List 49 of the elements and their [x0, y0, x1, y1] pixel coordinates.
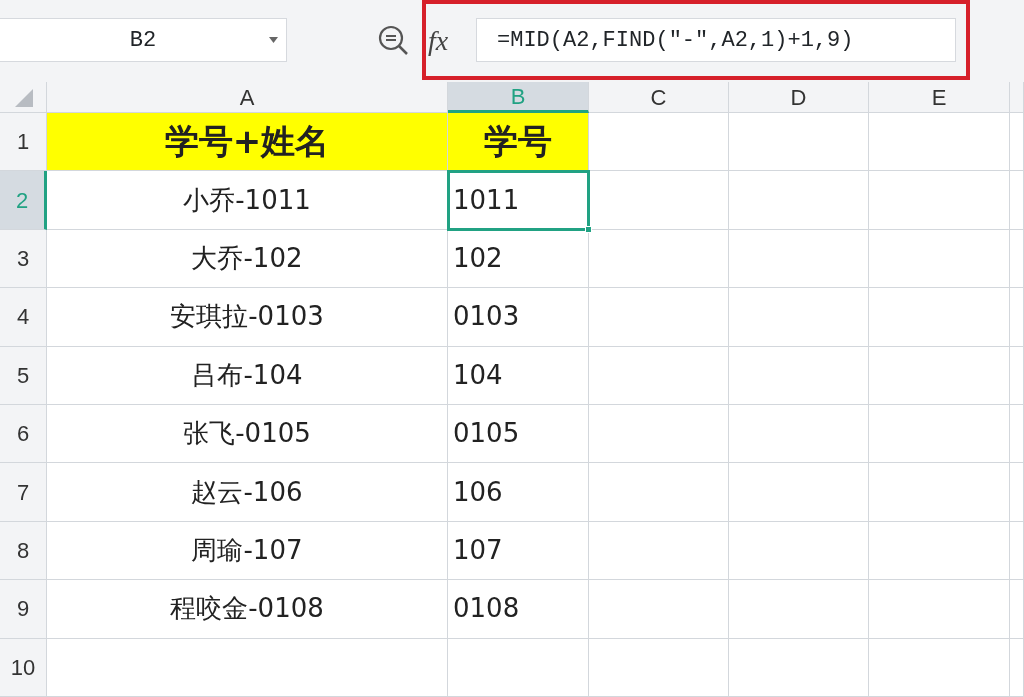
row-header[interactable]: 6	[0, 404, 47, 464]
fill-handle[interactable]	[585, 225, 592, 233]
table-cell	[1010, 229, 1024, 289]
table-cell	[1010, 521, 1024, 581]
table-cell: 0105	[448, 404, 589, 464]
row-header[interactable]: 7	[0, 463, 47, 522]
table-cell: 安琪拉-0103	[47, 288, 448, 347]
name-box[interactable]: B2	[0, 18, 287, 62]
table-cell: 学号+姓名	[47, 113, 448, 172]
caret-icon[interactable]	[269, 37, 278, 43]
column-header[interactable]: A	[47, 82, 448, 113]
table-cell: 104	[448, 346, 589, 405]
table-cell: 吕布-104	[47, 346, 448, 405]
column-header[interactable]: C	[589, 82, 729, 113]
column-header[interactable]: E	[869, 82, 1010, 113]
table-cell: 大乔-102	[47, 229, 448, 289]
table-cell: 1011	[448, 171, 589, 230]
row-header[interactable]: 8	[0, 521, 47, 581]
table-cell: 106	[448, 463, 589, 522]
zoom-out-icon[interactable]	[377, 24, 409, 56]
select-all-corner[interactable]	[0, 82, 47, 113]
table-cell	[1010, 404, 1024, 464]
table-cell: 107	[448, 521, 589, 581]
row-header[interactable]: 3	[0, 229, 47, 289]
table-cell	[1010, 638, 1024, 697]
corner-triangle-icon[interactable]	[13, 87, 33, 107]
table-cell	[1010, 580, 1024, 639]
row-header[interactable]: 5	[0, 346, 47, 405]
table-cell: 小乔-1011	[47, 171, 448, 230]
table-cell: 程咬金-0108	[47, 580, 448, 639]
row-header[interactable]: 4	[0, 288, 47, 347]
table-cell	[1010, 463, 1024, 522]
table-cell: 学号	[448, 113, 589, 172]
function-label[interactable]: fx	[428, 20, 449, 62]
formula-field[interactable]: =MID(A2,FIND("-",A2,1)+1,9)	[476, 18, 956, 62]
table-cell: 102	[448, 229, 589, 289]
table-cell: 0108	[448, 580, 589, 639]
column-header[interactable]: D	[729, 82, 869, 113]
table-cell	[1010, 346, 1024, 405]
table-cell: 周瑜-107	[47, 521, 448, 581]
row-header[interactable]: 1	[0, 113, 47, 172]
table-cell: 赵云-106	[47, 463, 448, 522]
table-cell: 张飞-0105	[47, 404, 448, 464]
table-cell	[1010, 288, 1024, 347]
row-header[interactable]: 9	[0, 580, 47, 639]
row-header[interactable]: 10	[0, 638, 47, 697]
table-cell	[1010, 171, 1024, 230]
table-cell: 0103	[448, 288, 589, 347]
table-cell	[1010, 113, 1024, 172]
